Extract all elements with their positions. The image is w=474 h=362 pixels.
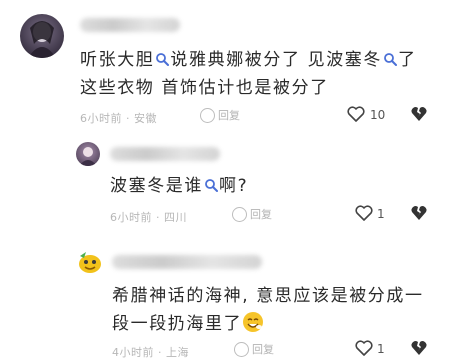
reply-icon xyxy=(232,207,247,222)
avatar[interactable] xyxy=(76,248,104,276)
comment-line: 希腊神话的海神, 意思应该是被分成一 xyxy=(112,282,424,310)
comment-line: 这些衣物 首饰估计也是被分了 xyxy=(80,74,417,102)
reply-label: 回复 xyxy=(252,343,274,356)
like-count: 1 xyxy=(377,207,385,221)
comment-text: 波塞冬是谁 啊? xyxy=(110,172,248,200)
like-count: 1 xyxy=(377,342,385,356)
like-count: 10 xyxy=(370,108,386,122)
username-blurred[interactable] xyxy=(112,255,262,269)
comment-meta: 4小时前 · 上海 xyxy=(112,346,189,359)
comment-line: 听张大胆 说雅典娜被分了 见波塞冬了 xyxy=(80,46,417,74)
reply-label: 回复 xyxy=(250,208,272,221)
comment-text-segment: 希腊神话的海神, 意思应该是被分成一 xyxy=(112,286,424,306)
comment-text-segment: 段一段扔海里了 xyxy=(112,314,243,334)
avatar[interactable] xyxy=(76,142,100,166)
comment-2: 波塞冬是谁 啊? 6小时前 · 四川 回复 1 xyxy=(0,130,474,230)
comment-text-segment: 说雅典娜被分了 见波塞冬 xyxy=(170,50,383,70)
avatar-image xyxy=(28,21,56,58)
comment-text-segment: 听张大胆 xyxy=(80,50,155,70)
comment-line: 波塞冬是谁 啊? xyxy=(110,172,248,200)
username-blurred[interactable] xyxy=(80,18,180,32)
comment-text: 希腊神话的海神, 意思应该是被分成一 段一段扔海里了 xyxy=(112,282,424,338)
comment-text-segment: 啊? xyxy=(219,176,249,196)
reply-button[interactable]: 回复 xyxy=(232,206,272,222)
reply-label: 回复 xyxy=(218,109,240,122)
heart-icon[interactable] xyxy=(347,106,365,122)
comment-1: 听张大胆 说雅典娜被分了 见波塞冬了这些衣物 首饰估计也是被分了 6小时前 · 安… xyxy=(0,0,474,130)
comment-3: 希腊神话的海神, 意思应该是被分成一 段一段扔海里了 4小时前 · 上海 回复 1 xyxy=(0,238,474,362)
comment-meta: 6小时前 · 安徽 xyxy=(80,112,157,125)
search-icon[interactable] xyxy=(155,52,170,66)
avatar-image xyxy=(79,147,97,166)
avatar-image xyxy=(79,252,101,273)
broken-heart-icon[interactable] xyxy=(410,105,428,122)
comment-text-segment: 波塞冬是谁 xyxy=(110,176,203,196)
search-icon[interactable] xyxy=(383,52,398,66)
broken-heart-icon[interactable] xyxy=(410,204,428,221)
reply-icon xyxy=(200,108,215,123)
comment-line: 段一段扔海里了 xyxy=(112,310,424,338)
heart-icon[interactable] xyxy=(355,340,373,356)
reply-button[interactable]: 回复 xyxy=(200,107,240,123)
avatar[interactable] xyxy=(20,14,64,58)
reply-icon xyxy=(234,342,249,357)
search-icon[interactable] xyxy=(204,178,218,192)
comment-text: 听张大胆 说雅典娜被分了 见波塞冬了这些衣物 首饰估计也是被分了 xyxy=(80,46,417,102)
heart-icon[interactable] xyxy=(355,205,373,221)
reply-button[interactable]: 回复 xyxy=(234,341,274,357)
comment-meta: 6小时前 · 四川 xyxy=(110,211,187,224)
comment-text-segment: 了 xyxy=(398,50,417,70)
smiley-emoji-icon xyxy=(243,312,264,332)
comment-text-segment: 这些衣物 首饰估计也是被分了 xyxy=(80,78,329,98)
broken-heart-icon[interactable] xyxy=(410,339,428,356)
username-blurred[interactable] xyxy=(110,147,220,161)
